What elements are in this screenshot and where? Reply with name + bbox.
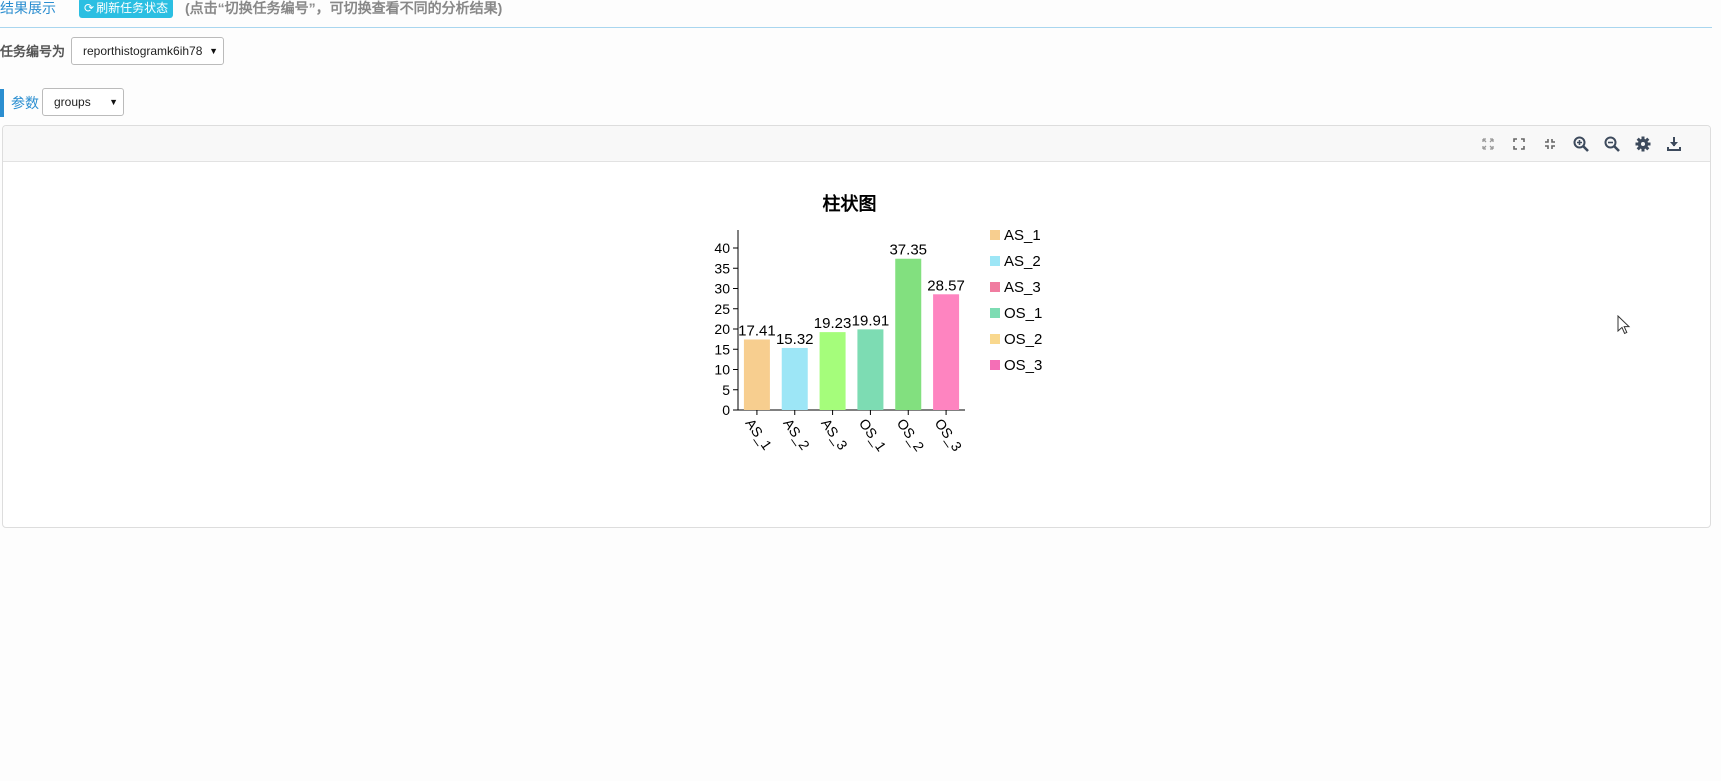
x-tick-label: OS_3 (932, 416, 966, 455)
data-label: 19.91 (852, 312, 890, 329)
legend-swatch (990, 282, 1000, 292)
data-label: 28.57 (927, 277, 965, 294)
legend-label: OS_2 (1004, 331, 1042, 348)
legend-swatch (990, 334, 1000, 344)
bar-as-1 (743, 339, 770, 410)
y-tick-label: 10 (714, 362, 730, 378)
data-label: 15.32 (776, 331, 814, 348)
y-tick-label: 0 (722, 402, 730, 418)
bar-chart: 0 5 10 15 20 25 30 35 40 17.41 AS_1 15.32 AS_2 19.23 A… (714, 227, 1042, 455)
bar-as-2 (781, 347, 808, 410)
x-tick-label: AS_2 (780, 416, 813, 453)
y-tick-label: 35 (714, 260, 730, 276)
y-tick-label: 20 (714, 321, 730, 337)
legend-label: OS_3 (1004, 357, 1042, 374)
bar-as-3 (819, 332, 846, 410)
legend-label: AS_2 (1004, 253, 1041, 270)
bar-os-1 (857, 329, 884, 410)
y-tick-label: 5 (722, 382, 730, 398)
y-tick-label: 40 (714, 240, 730, 256)
legend-swatch (990, 230, 1000, 240)
y-tick-label: 30 (714, 281, 730, 297)
legend-swatch (990, 256, 1000, 266)
x-tick-label: AS_1 (742, 416, 775, 453)
mouse-cursor-icon (1617, 315, 1631, 335)
data-label: 17.41 (738, 322, 776, 339)
y-tick-label: 15 (714, 341, 730, 357)
x-tick-label: OS_2 (894, 416, 928, 455)
x-tick-label: AS_3 (818, 416, 851, 453)
bar-os-3 (933, 294, 960, 410)
bar-os-2 (895, 258, 922, 410)
legend-label: OS_1 (1004, 305, 1042, 322)
legend-label: AS_3 (1004, 279, 1041, 296)
legend-swatch (990, 360, 1000, 370)
y-tick-label: 25 (714, 301, 730, 317)
data-label: 19.23 (814, 315, 852, 332)
x-tick-label: OS_1 (856, 416, 890, 455)
legend-swatch (990, 308, 1000, 318)
legend-label: AS_1 (1004, 227, 1041, 244)
data-label: 37.35 (889, 242, 927, 259)
